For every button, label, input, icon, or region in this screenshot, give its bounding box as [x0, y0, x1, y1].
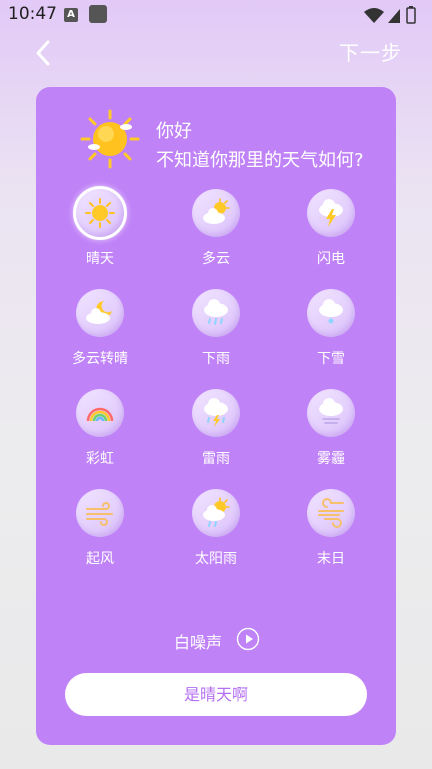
weather-bubble	[307, 289, 355, 337]
snow-icon	[319, 299, 343, 324]
cloudy-sun-icon	[203, 198, 230, 224]
weather-bubble	[192, 189, 240, 237]
weather-bubble	[76, 489, 124, 537]
wifi-icon	[364, 8, 384, 23]
weather-option-sunny[interactable]: 晴天	[50, 186, 150, 289]
status-time: 10:47	[8, 4, 57, 24]
rain-icon	[204, 299, 228, 325]
hero-sun-icon	[80, 109, 140, 169]
status-bar: 10:47 A	[0, 0, 432, 30]
weather-option-label: 起风	[86, 551, 114, 567]
weather-option-label: 末日	[317, 551, 345, 567]
top-nav: 下一步	[0, 30, 432, 80]
weather-option-lightning[interactable]: 闪电	[281, 189, 381, 289]
weather-bubble	[307, 489, 355, 537]
back-arrow-icon[interactable]	[30, 36, 60, 70]
weather-bubble	[307, 389, 355, 437]
notification-a-icon: A	[64, 8, 78, 22]
sun-shower-icon	[203, 497, 230, 527]
weather-bubble	[76, 289, 124, 337]
weather-option-label: 下雪	[317, 351, 345, 367]
weather-bubble	[192, 289, 240, 337]
weather-option-label: 雷雨	[202, 451, 230, 467]
confirm-weather-button[interactable]: 是晴天啊	[65, 673, 367, 716]
signal-icon	[388, 9, 400, 23]
weather-card: 你好 不知道你那里的天气如何? 晴天 多云 闪电 多云转晴 下雨 下雪 彩虹 雷…	[36, 87, 396, 745]
status-icons	[364, 6, 416, 24]
weather-option-label: 彩虹	[86, 451, 114, 467]
doomsday-wind-icon	[318, 498, 344, 528]
weather-option-sun-shower[interactable]: 太阳雨	[166, 489, 266, 589]
weather-option-snow[interactable]: 下雪	[281, 289, 381, 389]
white-noise-label: 白噪声	[174, 633, 223, 652]
cloudy-to-clear-icon	[86, 301, 112, 324]
weather-option-label: 雾霾	[317, 451, 345, 467]
weather-option-cloudy[interactable]: 多云	[166, 189, 266, 289]
wind-icon	[86, 502, 113, 526]
weather-bubble	[73, 186, 127, 240]
next-step-button[interactable]: 下一步	[339, 37, 402, 66]
weather-option-doomsday[interactable]: 末日	[281, 489, 381, 589]
play-icon[interactable]	[236, 627, 260, 651]
weather-option-cloudy-to-clear[interactable]: 多云转晴	[50, 289, 150, 389]
weather-option-label: 多云	[202, 251, 230, 267]
weather-option-wind[interactable]: 起风	[50, 489, 150, 589]
sun-icon	[85, 198, 115, 228]
greeting-question: 不知道你那里的天气如何?	[156, 150, 364, 171]
weather-option-haze[interactable]: 雾霾	[281, 389, 381, 489]
weather-option-label: 下雨	[202, 351, 230, 367]
thunderstorm-icon	[204, 398, 228, 427]
weather-option-thunderstorm[interactable]: 雷雨	[166, 389, 266, 489]
weather-option-label: 太阳雨	[195, 551, 237, 567]
weather-option-rainbow[interactable]: 彩虹	[50, 389, 150, 489]
weather-bubble	[307, 189, 355, 237]
haze-icon	[319, 398, 343, 424]
weather-bubble	[76, 389, 124, 437]
weather-bubble	[192, 389, 240, 437]
weather-option-label: 闪电	[317, 251, 345, 267]
greeting-hello: 你好	[156, 121, 192, 142]
battery-icon	[406, 7, 416, 24]
rainbow-icon	[86, 407, 114, 422]
weather-option-rain[interactable]: 下雨	[166, 289, 266, 389]
weather-option-label: 多云转晴	[72, 351, 128, 367]
weather-option-label: 晴天	[86, 251, 114, 267]
lightning-icon	[319, 199, 343, 227]
weather-bubble	[192, 489, 240, 537]
notification-square-icon	[89, 5, 107, 23]
